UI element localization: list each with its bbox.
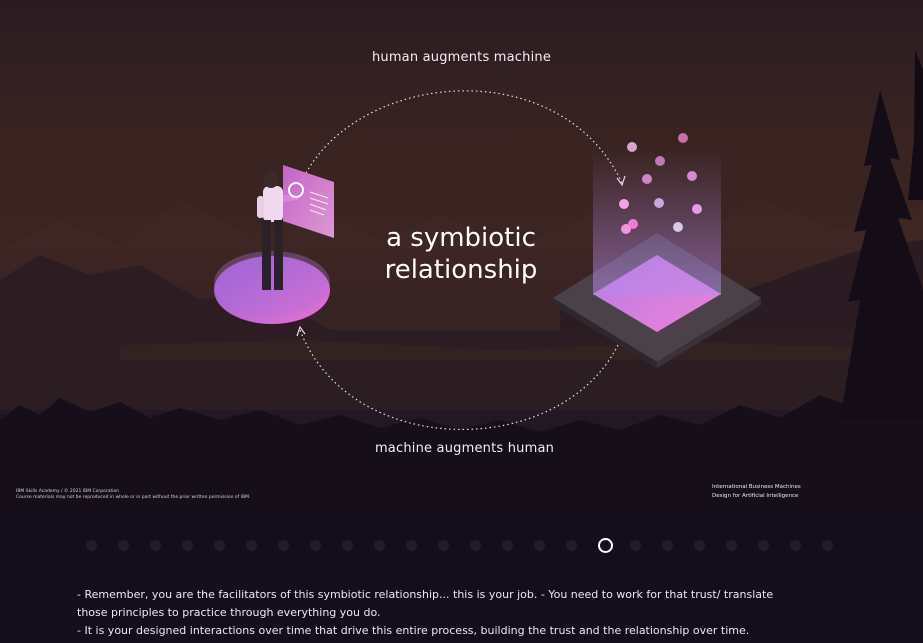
pager-dot[interactable] bbox=[214, 540, 225, 551]
org-line-2: Design for Artificial Intelligence bbox=[712, 493, 799, 499]
chip-light-beam bbox=[593, 150, 721, 295]
org-line-1: International Business Machines bbox=[712, 484, 801, 490]
pager-dot[interactable] bbox=[86, 540, 97, 551]
speaker-note-1: - Remember, you are the facilitators of … bbox=[77, 588, 774, 619]
organization-footer: International Business Machines Design f… bbox=[712, 483, 801, 501]
pager-dot[interactable] bbox=[246, 540, 257, 551]
pager-dot[interactable] bbox=[150, 540, 161, 551]
label-machine-augments-human: machine augments human bbox=[374, 441, 555, 456]
pager-dot[interactable] bbox=[438, 540, 449, 551]
pine-tree-far-right bbox=[908, 50, 923, 200]
pager-dot-active[interactable] bbox=[598, 538, 613, 553]
pager-dot[interactable] bbox=[822, 540, 833, 551]
pager-dot[interactable] bbox=[726, 540, 737, 551]
label-human-augments-machine: human augments machine bbox=[371, 50, 552, 65]
copyright-line-2: Course materials may not be reproduced i… bbox=[16, 495, 251, 500]
copyright-notice: IBM Skills Academy / © 2021 IBM Corporat… bbox=[16, 489, 250, 501]
headline-line-1: a symbiotic bbox=[386, 223, 536, 253]
pager-dot[interactable] bbox=[790, 540, 801, 551]
pager-dot[interactable] bbox=[534, 540, 545, 551]
cycle-arrow-top bbox=[299, 90, 623, 186]
pager-dot[interactable] bbox=[406, 540, 417, 551]
pager-dot[interactable] bbox=[694, 540, 705, 551]
presentation-slide: human augments machine a symbiotic relat… bbox=[0, 0, 923, 515]
pager-dot[interactable] bbox=[502, 540, 513, 551]
pager-dot[interactable] bbox=[118, 540, 129, 551]
pager-dot[interactable] bbox=[182, 540, 193, 551]
pager-dot[interactable] bbox=[310, 540, 321, 551]
pager-dot[interactable] bbox=[566, 540, 577, 551]
slide-headline: a symbiotic relationship bbox=[340, 222, 582, 286]
headline-line-2: relationship bbox=[384, 255, 538, 285]
pager-dot[interactable] bbox=[278, 540, 289, 551]
pager-dot[interactable] bbox=[470, 540, 481, 551]
pager-dot[interactable] bbox=[374, 540, 385, 551]
slide-pager bbox=[0, 530, 923, 560]
pager-dot[interactable] bbox=[758, 540, 769, 551]
speaker-note-2: - It is your designed interactions over … bbox=[77, 624, 750, 637]
lake bbox=[0, 330, 923, 410]
pager-dot[interactable] bbox=[342, 540, 353, 551]
pager-dot[interactable] bbox=[630, 540, 641, 551]
pager-dot[interactable] bbox=[662, 540, 673, 551]
speaker-notes: - Remember, you are the facilitators of … bbox=[77, 586, 807, 640]
